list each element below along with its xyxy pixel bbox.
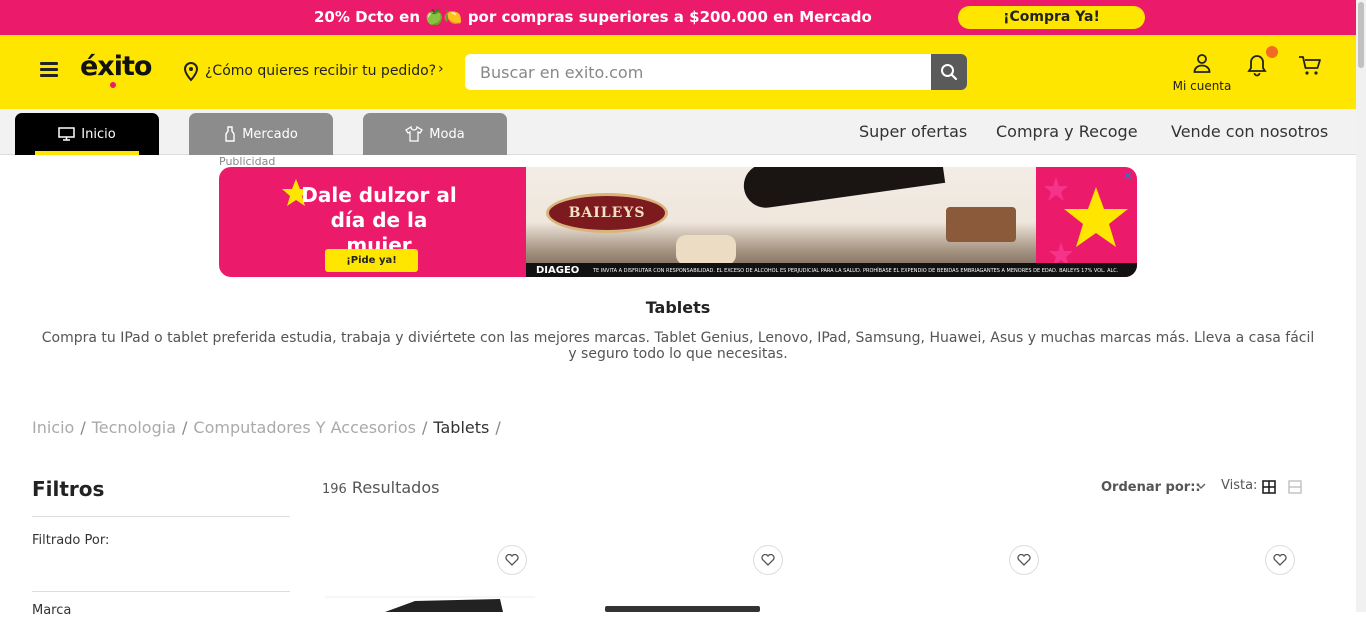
results-label: Resultados xyxy=(351,478,440,497)
chevron-down-icon[interactable] xyxy=(1195,478,1207,494)
filtered-by-label: Filtrado Por: xyxy=(32,533,110,548)
sort-dropdown[interactable]: Ordenar por:: xyxy=(1101,480,1201,495)
star-icon xyxy=(1044,177,1128,266)
heart-icon xyxy=(1273,554,1287,566)
scrollbar-thumb[interactable] xyxy=(1358,2,1364,68)
tab-mercado[interactable]: Mercado xyxy=(189,113,333,155)
ad-right-panel: BAILEYS DIAGEO TE INVITA A DISFRUTAR CON… xyxy=(526,167,1137,277)
menu-icon[interactable] xyxy=(40,62,58,78)
monitor-icon xyxy=(58,127,76,141)
breadcrumb-separator: / xyxy=(80,418,86,437)
heart-icon xyxy=(1017,554,1031,566)
product-image[interactable] xyxy=(600,596,770,612)
favorite-button[interactable] xyxy=(1265,545,1295,575)
bell-icon[interactable] xyxy=(1246,53,1268,77)
divider xyxy=(32,591,290,592)
divider xyxy=(32,516,290,517)
page-title: Tablets xyxy=(645,298,711,317)
list-view-icon[interactable] xyxy=(1288,480,1302,494)
delivery-selector[interactable]: ¿Cómo quieres recibir tu pedido? xyxy=(205,63,436,79)
tab-label: Moda xyxy=(429,126,465,142)
favorite-button[interactable] xyxy=(753,545,783,575)
breadcrumb-computadores[interactable]: Computadores Y Accesorios xyxy=(193,418,416,437)
breadcrumb-inicio[interactable]: Inicio xyxy=(32,418,74,437)
ad-headline: Dale dulzor al día de la mujer xyxy=(299,183,459,258)
exito-logo[interactable]: éxito xyxy=(80,51,152,82)
breadcrumb-separator: / xyxy=(495,418,501,437)
search-bar xyxy=(465,54,967,90)
shirt-icon xyxy=(405,126,424,142)
results-count: 196 Resultados xyxy=(322,478,439,497)
diageo-logo: DIAGEO xyxy=(536,265,580,276)
breadcrumb-separator: / xyxy=(182,418,188,437)
logo-dot xyxy=(110,82,116,88)
baileys-logo: BAILEYS xyxy=(546,193,668,233)
bottle-icon xyxy=(225,126,235,142)
view-label: Vista: xyxy=(1221,478,1258,493)
header: éxito ¿Cómo quieres recibir tu pedido? ›… xyxy=(0,35,1356,109)
favorite-button[interactable] xyxy=(1009,545,1039,575)
promo-cta-button[interactable]: ¡Compra Ya! xyxy=(958,6,1145,29)
notification-dot xyxy=(1266,46,1278,58)
breadcrumb-current: Tablets xyxy=(433,418,490,437)
active-tab-indicator xyxy=(35,151,139,155)
search-icon xyxy=(941,64,958,81)
search-button[interactable] xyxy=(931,54,967,90)
user-icon xyxy=(1193,54,1211,73)
legal-bar: DIAGEO TE INVITA A DISFRUTAR CON RESPONS… xyxy=(526,263,1137,277)
breadcrumb-separator: / xyxy=(421,418,428,437)
ad-close-icon[interactable]: ✕ xyxy=(1123,169,1133,183)
results-number: 196 xyxy=(322,482,347,497)
heart-icon xyxy=(505,554,519,566)
cake-image xyxy=(946,207,1016,242)
favorite-button[interactable] xyxy=(497,545,527,575)
ad-cta-button[interactable]: ¡Pide ya! xyxy=(325,249,418,272)
chevron-right-icon[interactable]: › xyxy=(438,61,444,77)
category-description: Compra tu IPad o tablet preferida estudi… xyxy=(41,330,1315,362)
scrollbar[interactable] xyxy=(1356,0,1366,612)
legal-text: TE INVITA A DISFRUTAR CON RESPONSABILIDA… xyxy=(593,268,1119,274)
location-pin-icon[interactable] xyxy=(183,62,199,82)
promo-bar: 20% Dcto en 🍏🍋 por compras superiores a … xyxy=(0,0,1356,35)
heart-icon xyxy=(761,554,775,566)
bottle-image xyxy=(741,167,946,211)
ad-banner[interactable]: Dale dulzor al día de la mujer ¡Pide ya!… xyxy=(219,167,1137,277)
ad-left-panel: Dale dulzor al día de la mujer ¡Pide ya! xyxy=(219,167,526,277)
promo-text: 20% Dcto en 🍏🍋 por compras superiores a … xyxy=(314,8,872,26)
tab-inicio[interactable]: Inicio xyxy=(15,113,159,155)
account-label: Mi cuenta xyxy=(1172,79,1232,93)
glass-image xyxy=(676,235,736,265)
stars-decoration xyxy=(1036,167,1137,277)
tab-label: Mercado xyxy=(242,126,298,142)
nav-link-super-ofertas[interactable]: Super ofertas xyxy=(859,122,967,141)
filter-brand[interactable]: Marca xyxy=(32,603,71,618)
account-button[interactable]: Mi cuenta xyxy=(1172,53,1232,93)
filters-title: Filtros xyxy=(32,477,105,501)
cart-icon[interactable] xyxy=(1298,55,1322,77)
tab-label: Inicio xyxy=(81,126,116,142)
tab-moda[interactable]: Moda xyxy=(363,113,507,155)
product-image[interactable] xyxy=(325,596,535,612)
grid-view-icon[interactable] xyxy=(1262,480,1276,494)
navbar: Inicio Mercado Moda Super ofertas Compra… xyxy=(0,109,1356,155)
breadcrumb: Inicio / Tecnologia / Computadores Y Accesor… xyxy=(32,418,507,437)
nav-link-vende[interactable]: Vende con nosotros xyxy=(1171,122,1328,141)
search-input[interactable] xyxy=(465,54,931,90)
nav-link-compra-recoge[interactable]: Compra y Recoge xyxy=(996,122,1138,141)
ad-headline-line1: Dale dulzor al xyxy=(301,183,457,207)
breadcrumb-tecnologia[interactable]: Tecnologia xyxy=(92,418,176,437)
